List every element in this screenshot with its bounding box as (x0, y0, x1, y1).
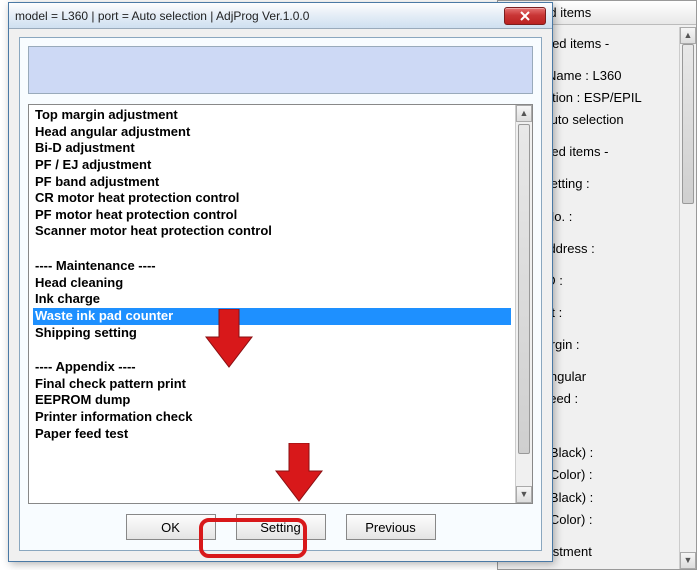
adjustment-listbox[interactable]: Top margin adjustmentHead angular adjust… (28, 104, 533, 504)
scroll-down-icon[interactable]: ▼ (680, 552, 696, 569)
dialog-title: model = L360 | port = Auto selection | A… (15, 9, 504, 23)
list-item[interactable]: Bi-D adjustment (33, 140, 511, 157)
list-item[interactable]: Printer information check (33, 409, 511, 426)
scroll-up-icon[interactable]: ▲ (680, 27, 696, 44)
list-item[interactable]: Head cleaning (33, 275, 511, 292)
list-item[interactable]: ---- Appendix ---- (33, 359, 511, 376)
scroll-thumb[interactable] (682, 44, 694, 204)
list-item[interactable]: Top margin adjustment (33, 107, 511, 124)
list-item[interactable]: PF / EJ adjustment (33, 157, 511, 174)
list-item[interactable]: Ink charge (33, 291, 511, 308)
button-row: OK Setting Previous (20, 510, 541, 544)
scroll-thumb[interactable] (518, 124, 530, 454)
info-banner (28, 46, 533, 94)
close-icon (520, 11, 530, 21)
list-item[interactable]: Waste ink pad counter (33, 308, 511, 325)
dialog-titlebar[interactable]: model = L360 | port = Auto selection | A… (9, 3, 552, 29)
list-item[interactable]: Shipping setting (33, 325, 511, 342)
dialog-body: Top margin adjustmentHead angular adjust… (19, 37, 542, 551)
list-item[interactable]: Head angular adjustment (33, 124, 511, 141)
close-button[interactable] (504, 7, 546, 25)
list-scrollbar[interactable]: ▲ ▼ (515, 105, 532, 503)
list-item[interactable]: Scanner motor heat protection control (33, 223, 511, 240)
list-item[interactable]: Paper feed test (33, 426, 511, 443)
list-item[interactable]: Final check pattern print (33, 376, 511, 393)
scroll-up-icon[interactable]: ▲ (516, 105, 532, 122)
scroll-track[interactable] (680, 44, 696, 552)
setting-button[interactable]: Setting (236, 514, 326, 540)
adjprog-dialog: model = L360 | port = Auto selection | A… (8, 2, 553, 562)
previous-button[interactable]: Previous (346, 514, 436, 540)
list-item[interactable]: EEPROM dump (33, 392, 511, 409)
list-item[interactable]: CR motor heat protection control (33, 190, 511, 207)
list-content: Top margin adjustmentHead angular adjust… (29, 105, 515, 503)
panel-scrollbar[interactable]: ▲ ▼ (679, 27, 696, 569)
scroll-down-icon[interactable]: ▼ (516, 486, 532, 503)
list-item[interactable]: ---- Maintenance ---- (33, 258, 511, 275)
list-item[interactable]: PF motor heat protection control (33, 207, 511, 224)
list-item[interactable]: PF band adjustment (33, 174, 511, 191)
ok-button[interactable]: OK (126, 514, 216, 540)
